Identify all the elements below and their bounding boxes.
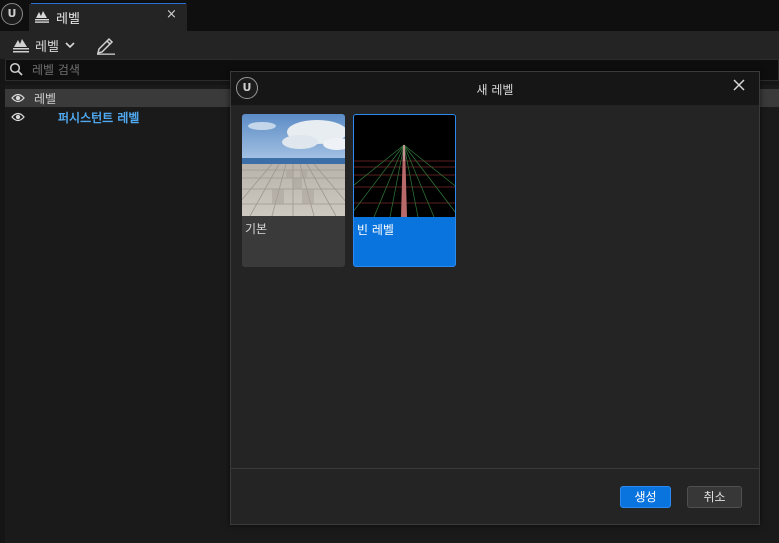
- template-tile-empty[interactable]: 빈 레벨: [353, 114, 456, 267]
- search-icon: [9, 62, 23, 76]
- tree-row-label: 퍼시스턴트 레벨: [58, 111, 140, 125]
- cancel-button[interactable]: 취소: [687, 486, 742, 508]
- dialog-title: 새 레벨: [476, 83, 514, 97]
- levels-icon: [35, 11, 49, 23]
- window-tab-bar: U 레벨 ×: [0, 0, 779, 31]
- chevron-down-icon: [65, 42, 75, 49]
- tab-levels-label: 레벨: [56, 12, 80, 27]
- dialog-footer-divider: [231, 468, 759, 469]
- eye-icon[interactable]: [11, 92, 25, 104]
- tree-row-label: 레벨: [34, 92, 57, 106]
- dialog-header: U 새 레벨: [231, 72, 759, 105]
- unreal-logo-icon[interactable]: U: [1, 3, 23, 25]
- new-level-dialog: U 새 레벨 기본 빈 레벨 생성 취소: [230, 71, 760, 525]
- create-button[interactable]: 생성: [620, 486, 671, 508]
- default-level-thumbnail: [242, 114, 345, 216]
- tab-levels[interactable]: 레벨 ×: [29, 4, 187, 31]
- template-tile-default[interactable]: 기본: [242, 114, 345, 267]
- eye-icon[interactable]: [11, 111, 25, 123]
- toolbar: 레벨: [0, 31, 779, 59]
- tab-close-icon[interactable]: ×: [166, 7, 177, 22]
- levels-icon: [13, 39, 29, 53]
- template-label: 빈 레벨: [357, 223, 394, 237]
- template-label: 기본: [245, 222, 268, 236]
- pencil-icon[interactable]: [95, 35, 117, 55]
- levels-dropdown-label: 레벨: [35, 40, 59, 55]
- empty-level-thumbnail: [354, 115, 455, 217]
- close-icon[interactable]: [730, 76, 748, 94]
